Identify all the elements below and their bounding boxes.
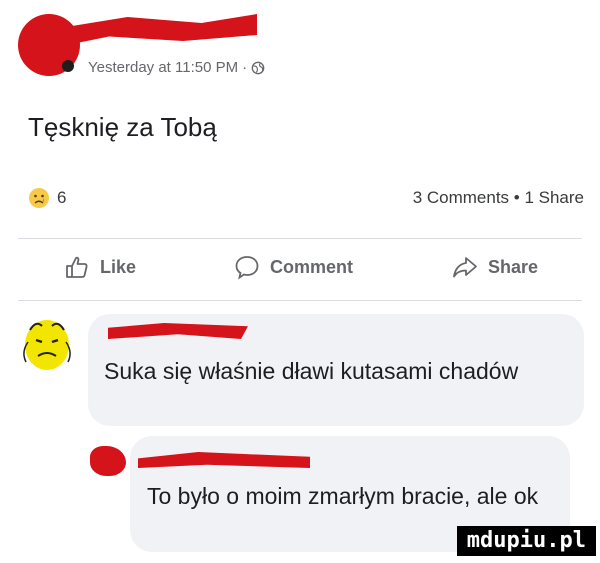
comment-label: Comment: [270, 256, 354, 277]
share-button[interactable]: Share: [452, 254, 538, 280]
like-button[interactable]: Like: [64, 254, 136, 280]
reaction-count[interactable]: 6: [57, 188, 66, 208]
status-dot: [62, 60, 74, 72]
comments-shares-stats[interactable]: 3 Comments • 1 Share: [413, 188, 584, 208]
comment-button[interactable]: Comment: [234, 254, 353, 280]
like-label: Like: [100, 256, 137, 277]
share-arrow-icon: [453, 257, 477, 278]
divider-bottom: [18, 300, 582, 301]
divider-top: [18, 238, 582, 239]
post-text: Tęsknię za Tobą: [28, 112, 217, 142]
post-meta: Yesterday at 11:50 PM ·: [88, 59, 265, 76]
comment-text: Suka się właśnie dławi kutasami chadów: [104, 358, 519, 384]
post-timestamp[interactable]: Yesterday at 11:50 PM: [88, 59, 238, 76]
meme-face-avatar-icon: [23, 320, 71, 370]
reply-text: To było o moim zmarłym bracie, ale ok: [147, 483, 539, 509]
sad-emoji-icon[interactable]: [28, 187, 50, 209]
reply-avatar-redacted[interactable]: [90, 446, 126, 476]
comment-bubble-icon: [235, 256, 259, 280]
thumbs-up-icon: [66, 256, 88, 278]
globe-icon: [251, 61, 265, 74]
share-label: Share: [488, 256, 539, 277]
watermark: mdupiu.pl: [456, 526, 596, 556]
meta-separator: ·: [242, 59, 248, 76]
commenter-avatar[interactable]: [16, 312, 78, 374]
author-name-redacted[interactable]: [72, 14, 257, 44]
